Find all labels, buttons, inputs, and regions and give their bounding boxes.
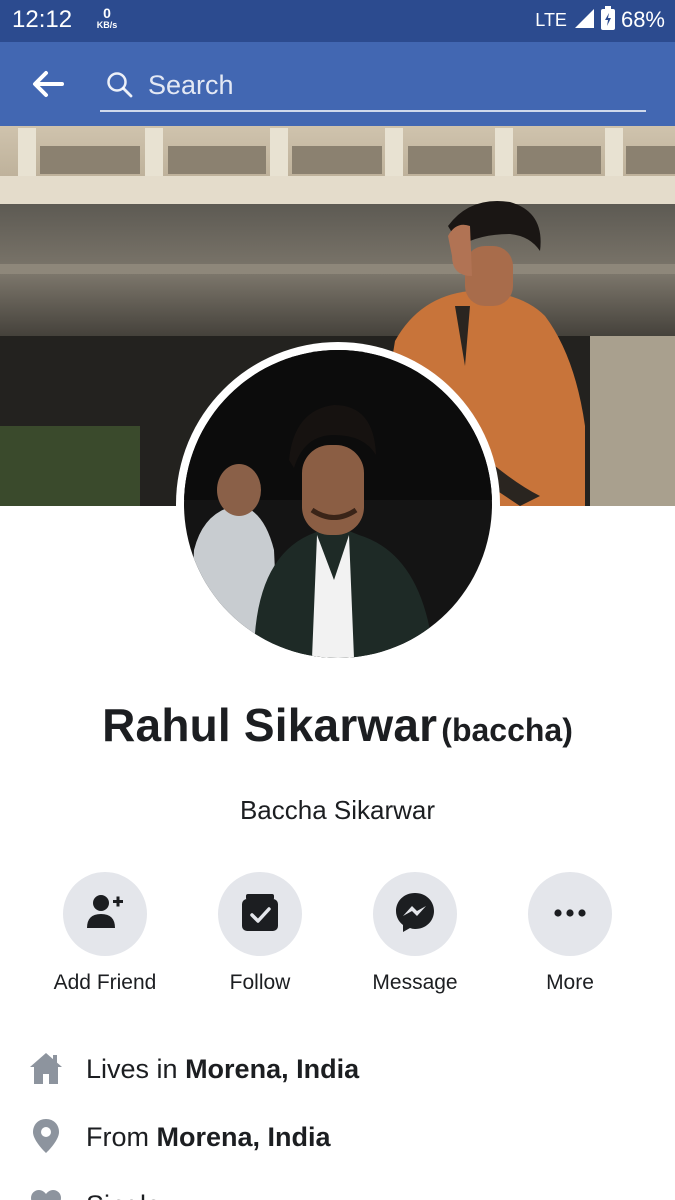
message-label: Message [372,971,458,994]
status-bar: 12:12 0 KB/s LTE 68% [0,0,675,42]
lives-in-value[interactable]: Morena, India [185,1054,359,1084]
app-bar: Search [0,42,675,126]
message-circle [373,872,457,956]
network-speed: 0 KB/s [90,6,124,30]
lives-in-prefix: Lives in [86,1054,186,1084]
home-icon [28,1050,64,1086]
relationship-status: Single [86,1190,161,1200]
profile-name-main: Rahul Sikarwar [102,699,438,751]
search-icon [104,69,136,101]
add-friend-circle [63,872,147,956]
battery-percent: 68% [620,7,665,32]
back-button[interactable] [28,66,68,106]
network-speed-value: 0 [103,5,111,21]
search-input[interactable]: Search [100,60,646,112]
more-label: More [546,971,594,994]
search-placeholder: Search [148,69,234,100]
info-from: From Morena, India [0,1108,675,1168]
from-prefix: From [86,1122,157,1152]
message-button[interactable]: Message [340,872,490,995]
status-indicators: LTE 68% [535,5,665,35]
status-time: 12:12 [12,6,73,33]
profile-name: Rahul Sikarwar (baccha) [0,698,675,752]
add-friend-button[interactable]: Add Friend [30,872,180,995]
add-friend-label: Add Friend [53,971,157,994]
network-speed-unit: KB/s [96,20,118,30]
from-value[interactable]: Morena, India [157,1122,331,1152]
profile-subname: Baccha Sikarwar [239,795,436,825]
signal-icon [573,7,595,34]
follow-label: Follow [229,971,291,994]
add-friend-icon [85,892,125,937]
more-circle [528,872,612,956]
back-arrow-icon [32,70,64,103]
info-lives-in: Lives in Morena, India [0,1040,675,1100]
follow-button[interactable]: Follow [185,872,335,995]
follow-circle [218,872,302,956]
location-pin-icon [28,1118,64,1154]
battery-icon [600,5,615,35]
heart-icon [28,1186,64,1200]
profile-actions: Add Friend Follow Message More [0,872,675,1002]
network-type: LTE [535,9,567,30]
profile-picture[interactable] [176,342,500,666]
messenger-icon [393,890,437,939]
info-relationship: Single [0,1176,675,1200]
follow-icon [238,890,282,939]
more-button[interactable]: More [495,872,645,995]
more-icon [552,905,588,923]
profile-alternate-name: (baccha) [441,712,573,748]
